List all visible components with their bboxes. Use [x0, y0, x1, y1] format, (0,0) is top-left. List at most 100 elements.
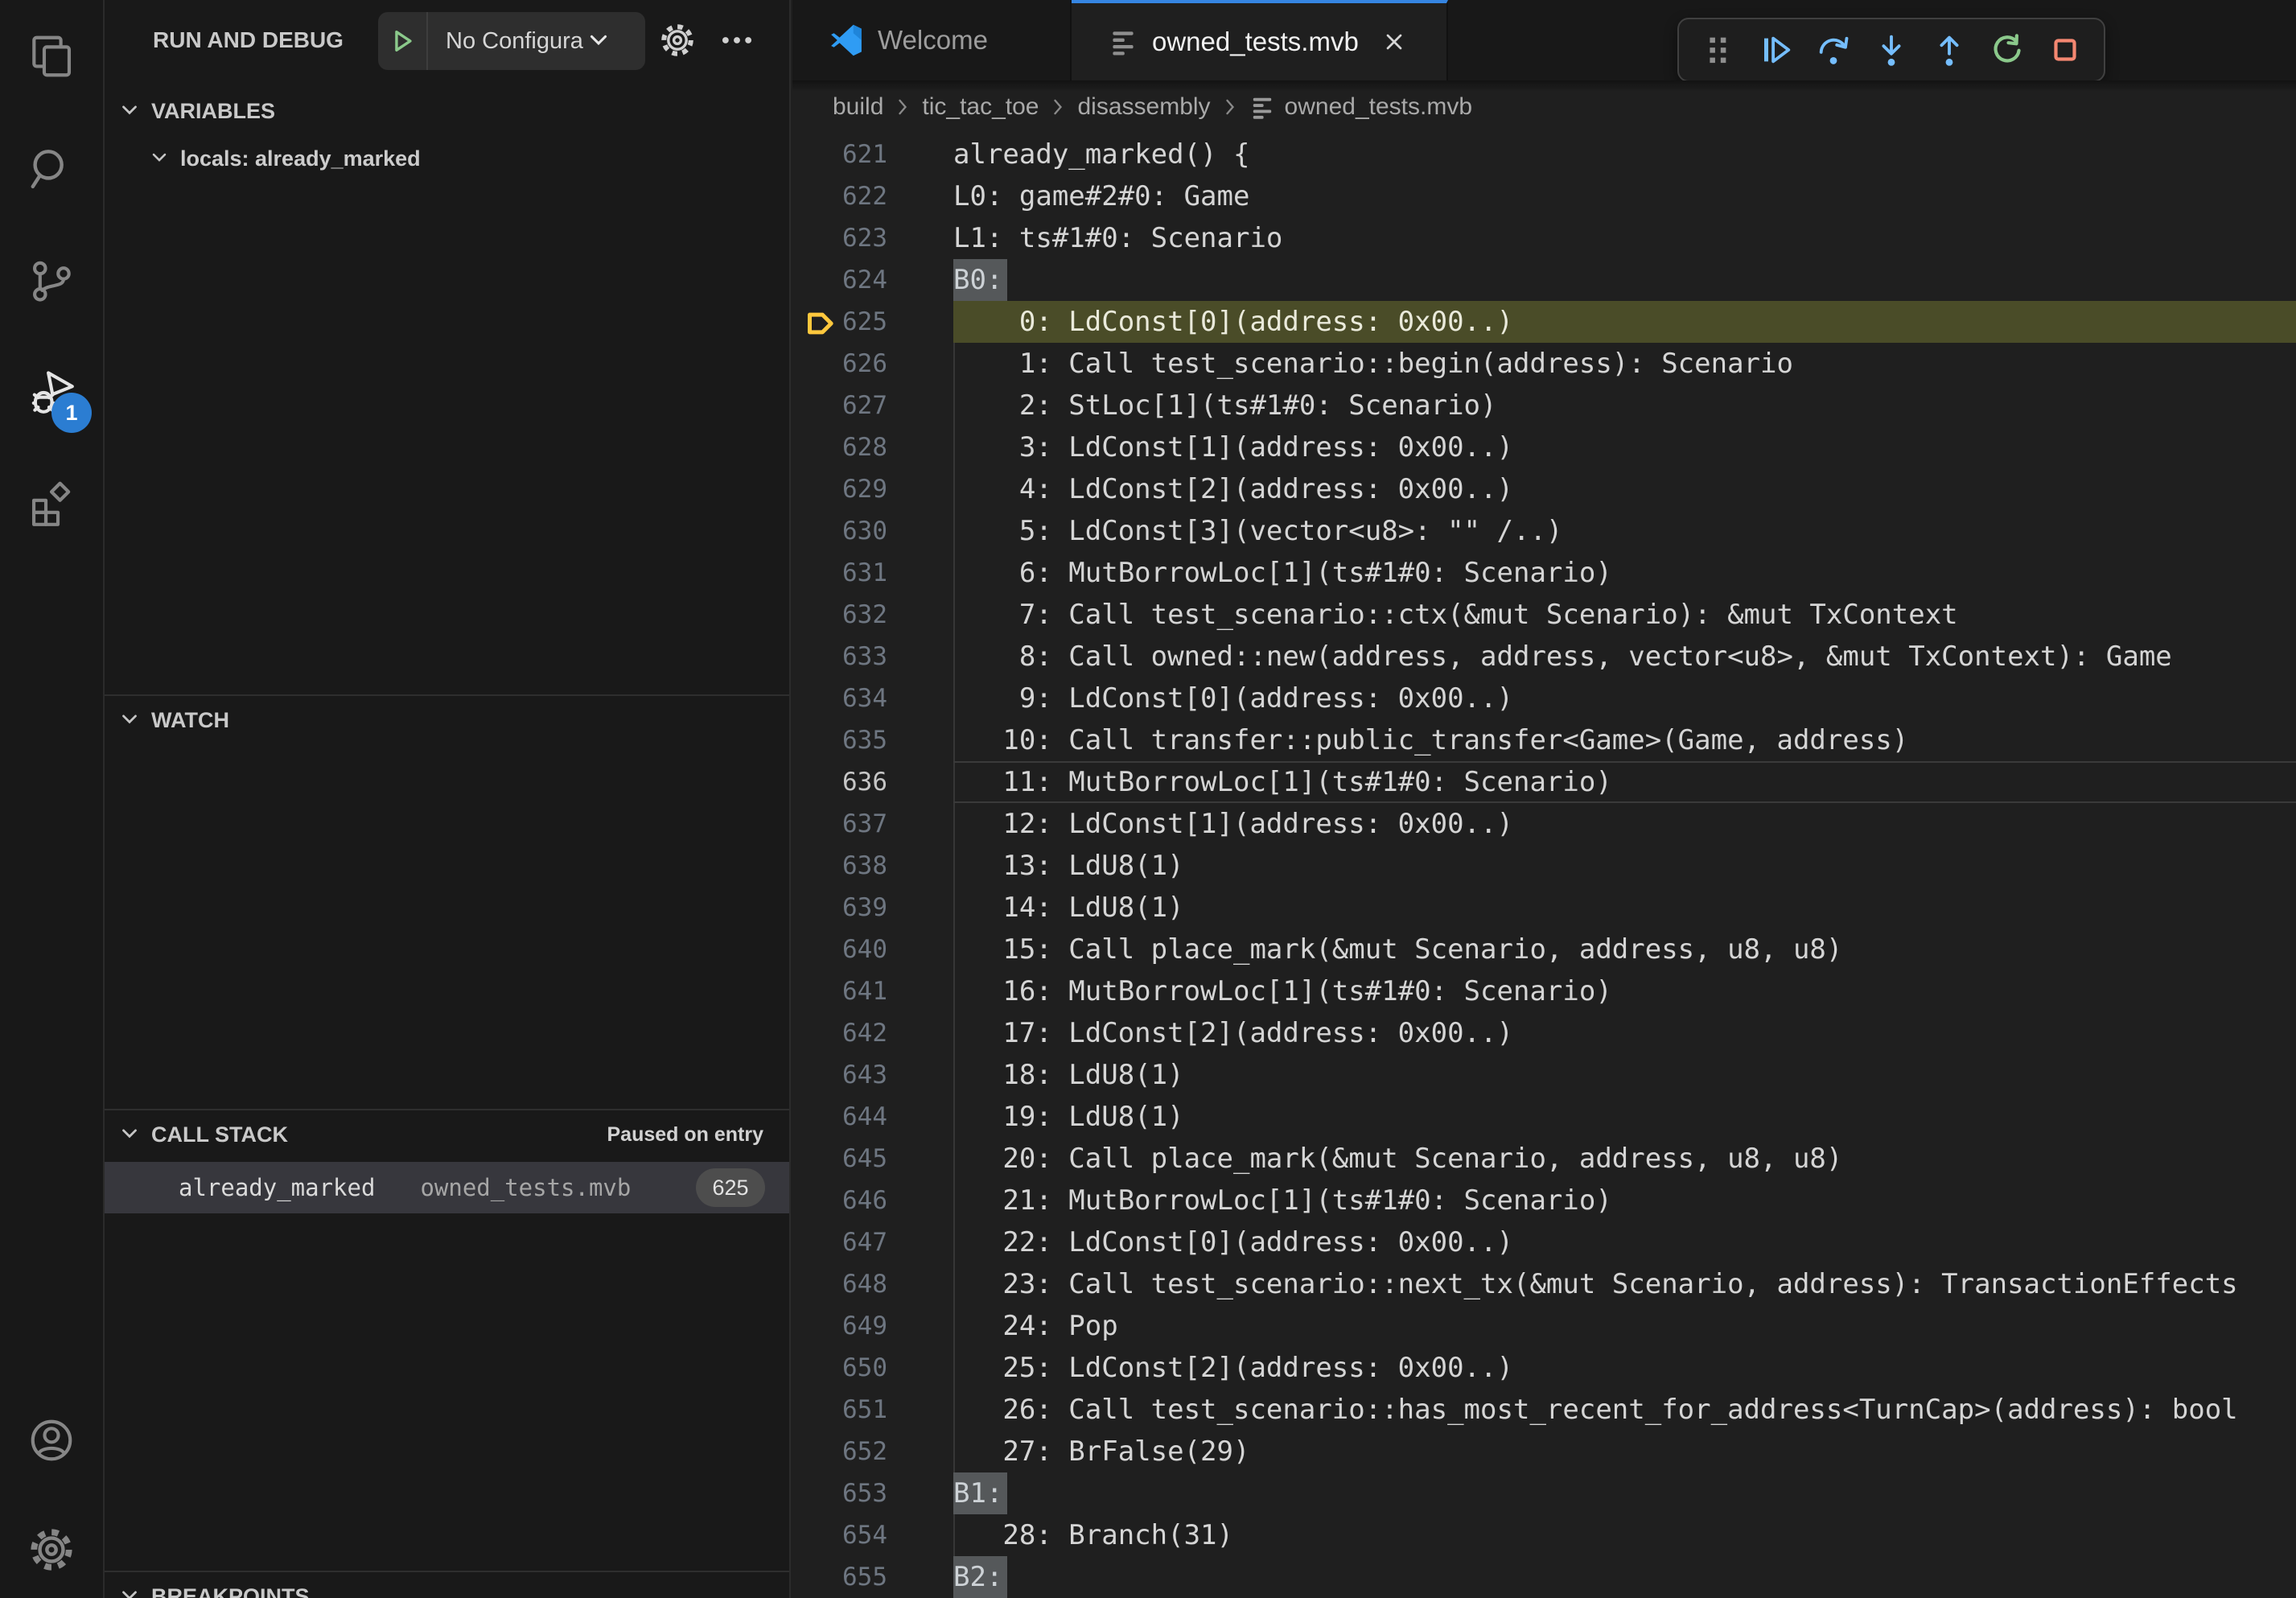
code-text[interactable]: 5: LdConst[3](vector<u8>: "" /..) — [953, 510, 2296, 552]
breadcrumb-item-disassembly[interactable]: disassembly — [1077, 93, 1210, 121]
code-text[interactable]: 12: LdConst[1](address: 0x00..) — [953, 803, 2296, 845]
gutter-651[interactable]: 651 — [792, 1389, 953, 1431]
gutter-644[interactable]: 644 — [792, 1096, 953, 1138]
gutter-626[interactable]: 626 — [792, 343, 953, 385]
code-text[interactable]: 24: Pop — [953, 1305, 2296, 1347]
gutter-645[interactable]: 645 — [792, 1138, 953, 1180]
code-text[interactable]: B0: — [953, 259, 2296, 301]
gutter-654[interactable]: 654 — [792, 1514, 953, 1556]
code-text[interactable]: 18: LdU8(1) — [953, 1054, 2296, 1096]
gutter-642[interactable]: 642 — [792, 1012, 953, 1054]
gutter-624[interactable]: 624 — [792, 259, 953, 301]
step-over-button[interactable] — [1814, 31, 1853, 69]
sidebar-item-source-control[interactable] — [0, 228, 103, 334]
gutter-652[interactable]: 652 — [792, 1431, 953, 1472]
call-stack-section-header[interactable]: CALL STACK Paused on entry — [105, 1110, 789, 1159]
code-text[interactable]: B2: — [953, 1556, 2296, 1598]
gutter-632[interactable]: 632 — [792, 594, 953, 636]
code-text[interactable]: 21: MutBorrowLoc[1](ts#1#0: Scenario) — [953, 1180, 2296, 1221]
code-text[interactable]: already_marked() { — [953, 134, 2296, 175]
gutter-636[interactable]: 636 — [792, 761, 953, 803]
continue-button[interactable] — [1756, 31, 1795, 69]
tab-welcome[interactable]: Welcome — [792, 0, 1072, 80]
gutter-623[interactable]: 623 — [792, 217, 953, 259]
call-stack-frame[interactable]: already_marked owned_tests.mvb 625 — [105, 1162, 789, 1213]
code-text[interactable]: 28: Branch(31) — [953, 1514, 2296, 1556]
sidebar-item-explorer[interactable] — [0, 3, 103, 109]
gutter-634[interactable]: 634 — [792, 678, 953, 719]
code-text[interactable]: 20: Call place_mark(&mut Scenario, addre… — [953, 1138, 2296, 1180]
gutter-641[interactable]: 641 — [792, 970, 953, 1012]
variables-section-header[interactable]: VARIABLES — [105, 87, 789, 135]
stop-button[interactable] — [2046, 31, 2084, 69]
step-out-button[interactable] — [1930, 31, 1969, 69]
gutter-638[interactable]: 638 — [792, 845, 953, 887]
gutter-635[interactable]: 635 — [792, 719, 953, 761]
gutter-648[interactable]: 648 — [792, 1263, 953, 1305]
sidebar-item-run-and-debug[interactable]: 1 — [0, 340, 103, 446]
gutter-622[interactable]: 622 — [792, 175, 953, 217]
code-text[interactable]: 10: Call transfer::public_transfer<Game>… — [953, 719, 2296, 761]
code-text[interactable]: 3: LdConst[1](address: 0x00..) — [953, 426, 2296, 468]
gutter-653[interactable]: 653 — [792, 1472, 953, 1514]
breakpoints-section-header[interactable]: BREAKPOINTS — [105, 1572, 789, 1598]
close-icon[interactable] — [1381, 29, 1407, 55]
gutter-640[interactable]: 640 — [792, 929, 953, 970]
account-button[interactable] — [0, 1387, 103, 1493]
code-text[interactable]: 8: Call owned::new(address, address, vec… — [953, 636, 2296, 678]
code-text[interactable]: 1: Call test_scenario::begin(address): S… — [953, 343, 2296, 385]
code-text[interactable]: 0: LdConst[0](address: 0x00..) — [953, 301, 2296, 343]
gutter-647[interactable]: 647 — [792, 1221, 953, 1263]
breadcrumb-item-tic-tac-toe[interactable]: tic_tac_toe — [922, 93, 1039, 121]
gutter-643[interactable]: 643 — [792, 1054, 953, 1096]
gutter-631[interactable]: 631 — [792, 552, 953, 594]
more-actions-button[interactable] — [714, 18, 759, 63]
gutter-625[interactable]: 625 — [792, 301, 953, 343]
gutter-628[interactable]: 628 — [792, 426, 953, 468]
code-text[interactable]: 4: LdConst[2](address: 0x00..) — [953, 468, 2296, 510]
sidebar-item-search[interactable] — [0, 116, 103, 222]
code-text[interactable]: 6: MutBorrowLoc[1](ts#1#0: Scenario) — [953, 552, 2296, 594]
code-text[interactable]: 26: Call test_scenario::has_most_recent_… — [953, 1389, 2296, 1431]
code-text[interactable]: 7: Call test_scenario::ctx(&mut Scenario… — [953, 594, 2296, 636]
debug-settings-button[interactable] — [655, 18, 700, 63]
code-text[interactable]: B1: — [953, 1472, 2296, 1514]
launch-configuration-dropdown[interactable]: No Configura — [378, 12, 645, 70]
gutter-650[interactable]: 650 — [792, 1347, 953, 1389]
settings-button[interactable] — [0, 1497, 103, 1598]
restart-button[interactable] — [1988, 31, 2026, 69]
code-text[interactable]: 23: Call test_scenario::next_tx(&mut Sce… — [953, 1263, 2296, 1305]
code-text[interactable]: 13: LdU8(1) — [953, 845, 2296, 887]
code-text[interactable]: 25: LdConst[2](address: 0x00..) — [953, 1347, 2296, 1389]
gutter-637[interactable]: 637 — [792, 803, 953, 845]
gutter-646[interactable]: 646 — [792, 1180, 953, 1221]
code-text[interactable]: L0: game#2#0: Game — [953, 175, 2296, 217]
breadcrumb-item-build[interactable]: build — [833, 93, 883, 121]
code-text[interactable]: 27: BrFalse(29) — [953, 1431, 2296, 1472]
gutter-649[interactable]: 649 — [792, 1305, 953, 1347]
code-text[interactable]: 19: LdU8(1) — [953, 1096, 2296, 1138]
step-into-button[interactable] — [1872, 31, 1911, 69]
code-text[interactable]: 17: LdConst[2](address: 0x00..) — [953, 1012, 2296, 1054]
toolbar-drag-handle[interactable] — [1698, 31, 1737, 69]
start-debugging-button[interactable] — [378, 27, 426, 55]
gutter-633[interactable]: 633 — [792, 636, 953, 678]
gutter-639[interactable]: 639 — [792, 887, 953, 929]
variables-scope-locals[interactable]: locals: already_marked — [105, 135, 789, 182]
code-text[interactable]: L1: ts#1#0: Scenario — [953, 217, 2296, 259]
sidebar-item-extensions[interactable] — [0, 451, 103, 558]
code-text[interactable]: 16: MutBorrowLoc[1](ts#1#0: Scenario) — [953, 970, 2296, 1012]
code-text[interactable]: 15: Call place_mark(&mut Scenario, addre… — [953, 929, 2296, 970]
gutter-627[interactable]: 627 — [792, 385, 953, 426]
code-text[interactable]: 11: MutBorrowLoc[1](ts#1#0: Scenario) — [953, 761, 2296, 803]
breadcrumb-item-file[interactable]: owned_tests.mvb — [1285, 93, 1472, 121]
code-text[interactable]: 9: LdConst[0](address: 0x00..) — [953, 678, 2296, 719]
gutter-621[interactable]: 621 — [792, 134, 953, 175]
code-text[interactable]: 22: LdConst[0](address: 0x00..) — [953, 1221, 2296, 1263]
gutter-629[interactable]: 629 — [792, 468, 953, 510]
gutter-655[interactable]: 655 — [792, 1556, 953, 1598]
tab-owned-tests[interactable]: owned_tests.mvb — [1072, 0, 1448, 80]
watch-section-header[interactable]: WATCH — [105, 696, 789, 744]
gutter-630[interactable]: 630 — [792, 510, 953, 552]
code-text[interactable]: 2: StLoc[1](ts#1#0: Scenario) — [953, 385, 2296, 426]
